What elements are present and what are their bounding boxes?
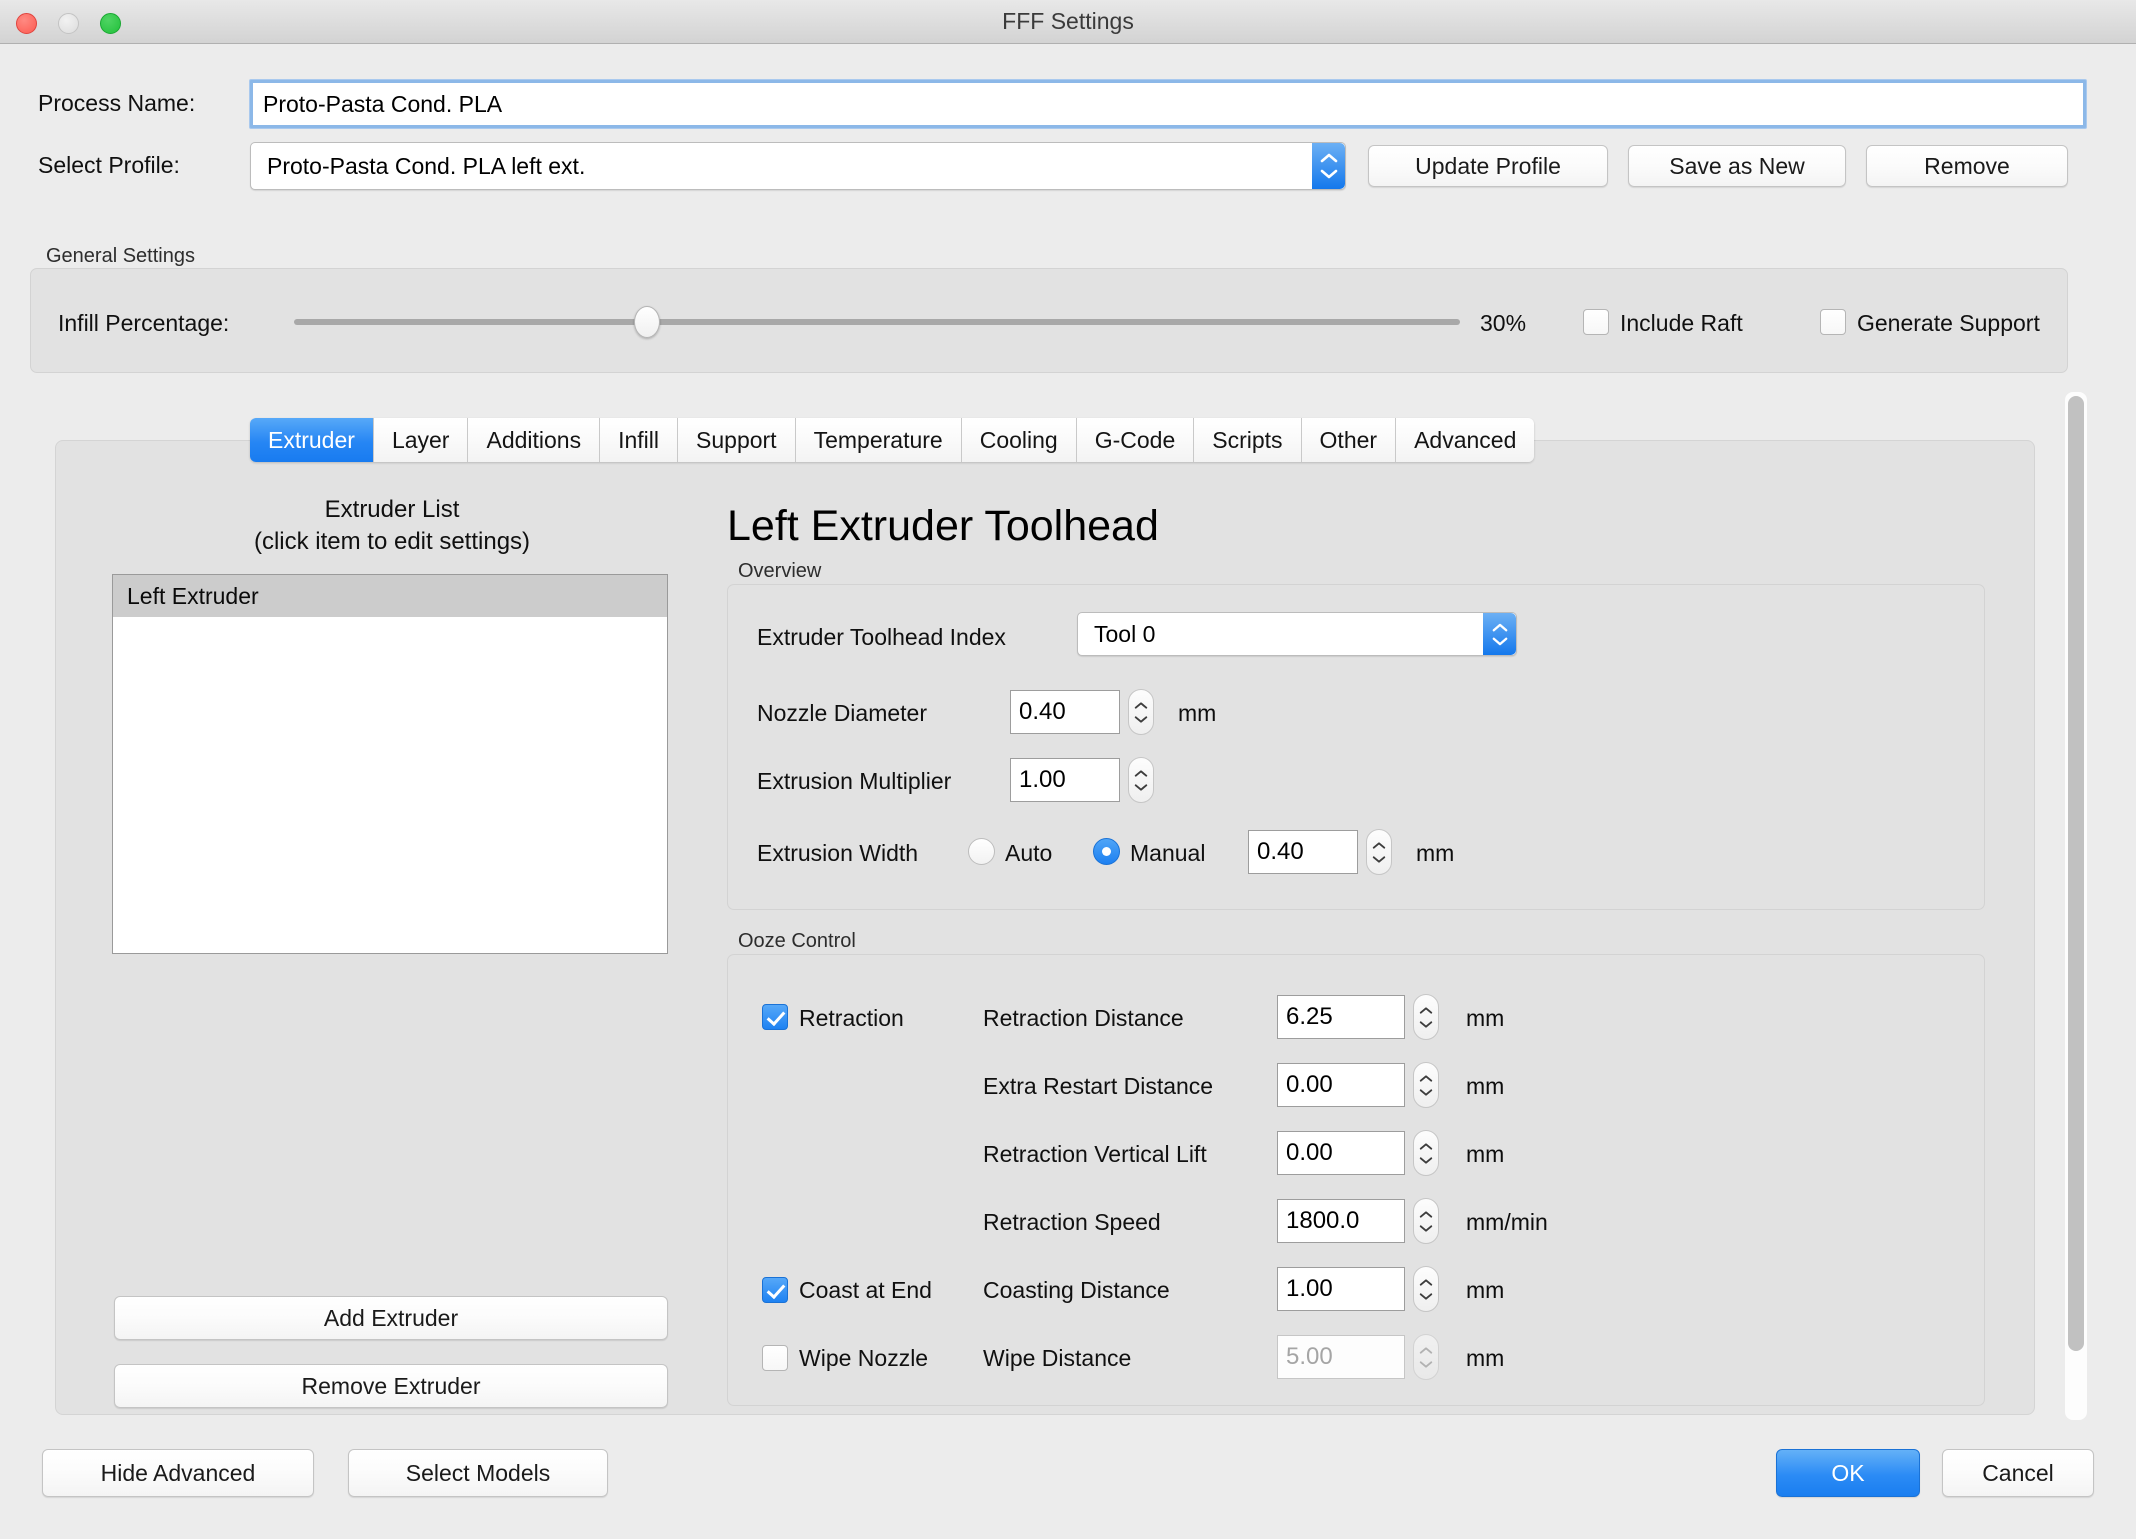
add-extruder-button[interactable]: Add Extruder [114,1296,668,1340]
retraction-label: Retraction [799,1005,904,1031]
tab-infill[interactable]: Infill [600,418,679,462]
list-item[interactable]: Left Extruder [113,575,667,617]
retraction-speed-input[interactable]: 1800.0 [1277,1199,1405,1243]
nozzle-diameter-input[interactable]: 0.40 [1010,690,1120,734]
window-title: FFF Settings [1002,8,1134,34]
retraction-vertical-lift-unit: mm [1466,1141,1505,1167]
cancel-button[interactable]: Cancel [1942,1449,2094,1497]
retraction-distance-label: Retraction Distance [983,1005,1184,1031]
wipe-distance-unit: mm [1466,1345,1505,1371]
wipe-nozzle-label: Wipe Nozzle [799,1345,929,1371]
extrusion-multiplier-stepper[interactable] [1128,757,1154,803]
infill-slider-knob[interactable] [634,306,660,338]
toolhead-index-label: Extruder Toolhead Index [757,624,1006,650]
extrusion-width-unit: mm [1416,840,1455,866]
include-raft-checkbox[interactable] [1583,309,1609,335]
remove-extruder-button[interactable]: Remove Extruder [114,1364,668,1408]
extrusion-multiplier-label: Extrusion Multiplier [757,768,952,794]
tab-layer[interactable]: Layer [373,418,469,462]
select-profile-label: Select Profile: [38,152,180,178]
infill-slider-track[interactable] [294,319,1460,325]
retraction-distance-unit: mm [1466,1005,1505,1031]
retraction-distance-input[interactable]: 6.25 [1277,995,1405,1039]
coasting-distance-input[interactable]: 1.00 [1277,1267,1405,1311]
general-settings-group-label: General Settings [46,245,195,267]
tab-additions[interactable]: Additions [468,418,601,462]
retraction-checkbox[interactable] [762,1004,788,1030]
extrusion-width-auto-label: Auto [1005,840,1053,866]
wipe-distance-label: Wipe Distance [983,1345,1132,1371]
extra-restart-distance-label: Extra Restart Distance [983,1073,1214,1099]
tab-advanced[interactable]: Advanced [1396,418,1535,462]
ok-button[interactable]: OK [1776,1449,1920,1497]
select-profile-combobox[interactable]: Proto-Pasta Cond. PLA left ext. [250,142,1346,190]
tab-extruder[interactable]: Extruder [250,418,374,462]
extrusion-width-label: Extrusion Width [757,840,919,866]
coasting-distance-stepper[interactable] [1413,1266,1439,1312]
extrusion-width-input[interactable]: 0.40 [1248,830,1358,874]
extruder-list-heading: Extruder List [324,496,460,523]
include-raft-label: Include Raft [1620,310,1743,336]
extrusion-width-manual-radio[interactable] [1093,838,1120,865]
extra-restart-distance-unit: mm [1466,1073,1505,1099]
tab-scripts[interactable]: Scripts [1194,418,1302,462]
window-titlebar: FFF Settings [0,0,2136,44]
remove-profile-button[interactable]: Remove [1866,145,2068,187]
extrusion-width-stepper[interactable] [1366,829,1392,875]
coasting-distance-unit: mm [1466,1277,1505,1303]
select-models-button[interactable]: Select Models [348,1449,608,1497]
ooze-control-group-label: Ooze Control [738,930,856,952]
tab-gcode[interactable]: G-Code [1076,418,1195,462]
toolhead-index-combobox[interactable]: Tool 0 [1077,612,1517,656]
fff-settings-window: FFF Settings Process Name: Proto-Pasta C… [0,0,2136,1539]
update-profile-button[interactable]: Update Profile [1368,145,1608,187]
process-name-label: Process Name: [38,90,196,116]
save-as-new-button[interactable]: Save as New [1628,145,1846,187]
chevron-updown-icon[interactable] [1312,143,1345,189]
toolhead-index-value: Tool 0 [1094,620,1156,647]
retraction-vertical-lift-label: Retraction Vertical Lift [983,1141,1207,1167]
extra-restart-distance-input[interactable]: 0.00 [1277,1063,1405,1107]
coasting-distance-label: Coasting Distance [983,1277,1170,1303]
generate-support-checkbox[interactable] [1820,309,1846,335]
retraction-speed-label: Retraction Speed [983,1209,1161,1235]
nozzle-diameter-unit: mm [1178,700,1217,726]
retraction-speed-stepper[interactable] [1413,1198,1439,1244]
chevron-updown-icon[interactable] [1483,613,1516,655]
extruder-listbox[interactable]: Left Extruder [112,574,668,954]
nozzle-diameter-stepper[interactable] [1128,689,1154,735]
wipe-nozzle-checkbox[interactable] [762,1345,788,1371]
retraction-vertical-lift-stepper[interactable] [1413,1130,1439,1176]
extra-restart-distance-stepper[interactable] [1413,1062,1439,1108]
select-profile-value: Proto-Pasta Cond. PLA left ext. [267,152,586,179]
toolhead-page-title: Left Extruder Toolhead [727,502,1159,550]
wipe-distance-input[interactable]: 5.00 [1277,1335,1405,1379]
coast-at-end-label: Coast at End [799,1277,932,1303]
infill-percentage-label: Infill Percentage: [58,310,230,336]
generate-support-label: Generate Support [1857,310,2040,336]
process-name-input[interactable]: Proto-Pasta Cond. PLA [250,80,2086,128]
nozzle-diameter-label: Nozzle Diameter [757,700,927,726]
infill-percentage-value: 30% [1480,310,1527,336]
overview-group-label: Overview [738,560,822,582]
tab-temperature[interactable]: Temperature [795,418,962,462]
retraction-distance-stepper[interactable] [1413,994,1439,1040]
tab-cooling[interactable]: Cooling [961,418,1077,462]
extrusion-width-auto-radio[interactable] [968,838,995,865]
extrusion-multiplier-input[interactable]: 1.00 [1010,758,1120,802]
hide-advanced-button[interactable]: Hide Advanced [42,1449,314,1497]
wipe-distance-stepper[interactable] [1413,1334,1439,1380]
retraction-vertical-lift-input[interactable]: 0.00 [1277,1131,1405,1175]
tab-support[interactable]: Support [678,418,796,462]
retraction-speed-unit: mm/min [1466,1209,1548,1235]
content-scrollbar-thumb[interactable] [2068,396,2084,1351]
tab-other[interactable]: Other [1301,418,1397,462]
extrusion-width-manual-label: Manual [1130,840,1206,866]
extruder-list-subheading: (click item to edit settings) [253,528,531,555]
coast-at-end-checkbox[interactable] [762,1277,788,1303]
settings-tabbar: Extruder Layer Additions Infill Support … [250,418,1535,462]
